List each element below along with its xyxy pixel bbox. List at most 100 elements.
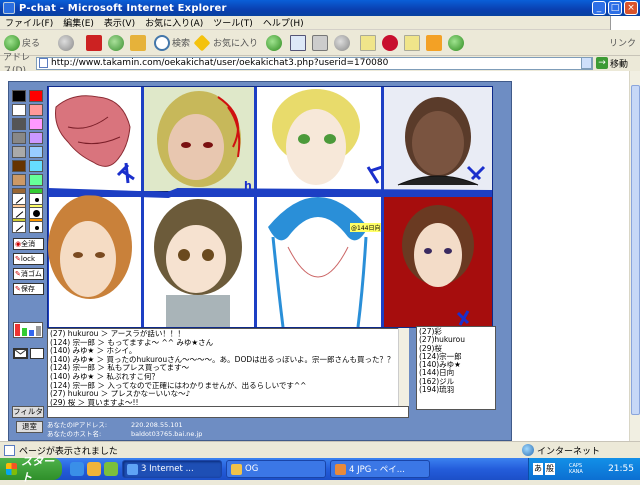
minimize-button[interactable]: _ (592, 1, 606, 15)
page-scroll-thumb[interactable] (631, 85, 640, 415)
chat-input[interactable] (47, 406, 409, 418)
windows-logo-icon (610, 16, 640, 30)
search-label: 検索 (172, 39, 191, 49)
history-button[interactable] (266, 34, 284, 51)
home-icon (130, 34, 147, 51)
pen-dot-large[interactable] (29, 207, 43, 219)
toolbar-extra-1[interactable] (382, 34, 400, 51)
globe-icon (521, 444, 534, 456)
palette-swatch[interactable] (29, 104, 43, 116)
system-tray: あ 般 CAPS KANA 21:55 (528, 458, 640, 480)
address-bar: アドレス(D) http://www.takamin.com/oekakicha… (0, 53, 640, 76)
menu-file[interactable]: ファイル(F) (0, 16, 58, 29)
palette-swatch[interactable] (29, 174, 43, 186)
mail-icon (290, 34, 307, 51)
start-button[interactable]: スタート (0, 455, 62, 484)
ime-mode-icon[interactable]: あ (533, 463, 543, 475)
mail-button[interactable] (290, 34, 308, 51)
star-icon (193, 34, 211, 51)
ime-bar[interactable]: あ 般 (533, 463, 555, 475)
back-button[interactable]: 戻る (4, 34, 40, 51)
rgb-sliders[interactable] (13, 322, 43, 338)
favorites-button[interactable]: お気に入り (193, 34, 258, 51)
task-og-folder[interactable]: OG (226, 460, 326, 478)
desktop-quicklaunch-icon[interactable] (104, 462, 118, 476)
search-button[interactable]: 検索 (154, 34, 191, 51)
refresh-button[interactable] (108, 34, 126, 51)
menu-tools[interactable]: ツール(T) (208, 16, 258, 29)
menu-help[interactable]: ヘルプ(H) (258, 16, 309, 29)
status-bar: ページが表示されました インターネット (0, 441, 640, 458)
lock-button[interactable]: ✎lock (13, 253, 44, 265)
print-icon (312, 34, 329, 51)
leave-button[interactable]: 退室 (16, 421, 43, 433)
edit-button[interactable] (334, 34, 352, 51)
page-scrollbar[interactable] (629, 71, 640, 441)
chat-log[interactable]: (27) hukurou ＞ アースラが話い！！！ (124) 宗一郎 ＞ もって… (47, 328, 409, 410)
image-icon[interactable] (30, 348, 44, 359)
palette-swatch[interactable] (29, 90, 43, 102)
alpha-bar[interactable] (36, 326, 41, 336)
home-button[interactable] (130, 34, 148, 51)
palette-swatch[interactable] (29, 160, 43, 172)
folder-icon (404, 34, 421, 51)
pen-line-tool-3[interactable] (12, 221, 26, 233)
drawing-canvas[interactable]: h @144日向 (47, 86, 493, 328)
palette-swatch[interactable] (12, 174, 26, 186)
eraser-button[interactable]: ✎消ゴム (13, 268, 44, 280)
toolbar-extra-4[interactable] (448, 34, 466, 51)
pen-line-tool[interactable] (12, 193, 26, 205)
palette-swatch[interactable] (29, 132, 43, 144)
pen-line-tool-2[interactable] (12, 207, 26, 219)
palette-swatch[interactable] (29, 146, 43, 158)
go-button[interactable]: → 移動 (596, 57, 628, 70)
palette-swatch[interactable] (12, 90, 26, 102)
task-internet-explorer[interactable]: 3 Internet ... (122, 460, 222, 478)
stop-icon (86, 34, 103, 51)
go-label: 移動 (610, 59, 629, 70)
palette-swatch[interactable] (12, 104, 26, 116)
task-paint[interactable]: 4 JPG - ペイ... (330, 460, 430, 478)
chat-scrollbar[interactable] (398, 328, 409, 410)
user-list[interactable]: (27)彩 (27)hukurou (29)桜 (124)宗一郎 (140)みゆ★ (14… (416, 326, 496, 410)
filter-button[interactable]: フィルタ (12, 406, 44, 418)
print-button[interactable] (312, 34, 330, 51)
notes-button[interactable] (360, 34, 378, 51)
palette-swatch[interactable] (29, 118, 43, 130)
mail-icon[interactable] (13, 348, 28, 359)
folder-quicklaunch-icon[interactable] (87, 462, 101, 476)
connection-info: あなたのIPアドレス: 220.208.55.101 あなたのホスト名: baldo… (47, 421, 202, 439)
menu-view[interactable]: 表示(V) (99, 16, 140, 29)
address-input[interactable]: http://www.takamin.com/oekakichat/user/o… (36, 56, 593, 70)
maximize-button[interactable]: □ (608, 1, 622, 15)
palette-swatch[interactable] (12, 146, 26, 158)
address-dropdown[interactable] (581, 57, 592, 69)
palette-swatch[interactable] (12, 118, 26, 130)
windows-flag-icon (6, 463, 18, 475)
menu-favorites[interactable]: お気に入り(A) (140, 16, 208, 29)
pen-dot-small[interactable] (29, 193, 43, 205)
window-title: P-chat - Microsoft Internet Explorer (19, 2, 227, 14)
clear-all-button[interactable]: ◉全消 (13, 238, 44, 250)
green-bar[interactable] (22, 328, 27, 336)
user-list-item[interactable]: (194)琉羽 (419, 385, 493, 394)
stop-button[interactable] (86, 34, 104, 51)
toolbar-extra-2[interactable] (404, 34, 422, 51)
links-button[interactable]: リンク (609, 36, 636, 49)
palette-swatch[interactable] (12, 132, 26, 144)
forward-button[interactable] (58, 34, 76, 51)
host-label: あなたのホスト名: (47, 430, 102, 438)
chat-line: (27) hukurou ＞ アースラが話い！！！ (50, 330, 185, 338)
pen-dot-medium[interactable] (29, 221, 43, 233)
blue-bar[interactable] (29, 330, 34, 336)
chat-line: (140) みゆ★ ＞ 私ぷれすこ何？ (50, 372, 160, 381)
menu-edit[interactable]: 編集(E) (58, 16, 99, 29)
toolbar-extra-3[interactable] (426, 34, 444, 51)
red-bar[interactable] (15, 324, 20, 336)
ie-quicklaunch-icon[interactable] (70, 462, 84, 476)
ip-value: 220.208.55.101 (131, 421, 183, 429)
palette-swatch[interactable] (12, 160, 26, 172)
ime-kana-icon[interactable]: 般 (545, 463, 555, 475)
save-button[interactable]: ✎保存 (13, 283, 44, 295)
close-button[interactable]: × (624, 1, 638, 15)
